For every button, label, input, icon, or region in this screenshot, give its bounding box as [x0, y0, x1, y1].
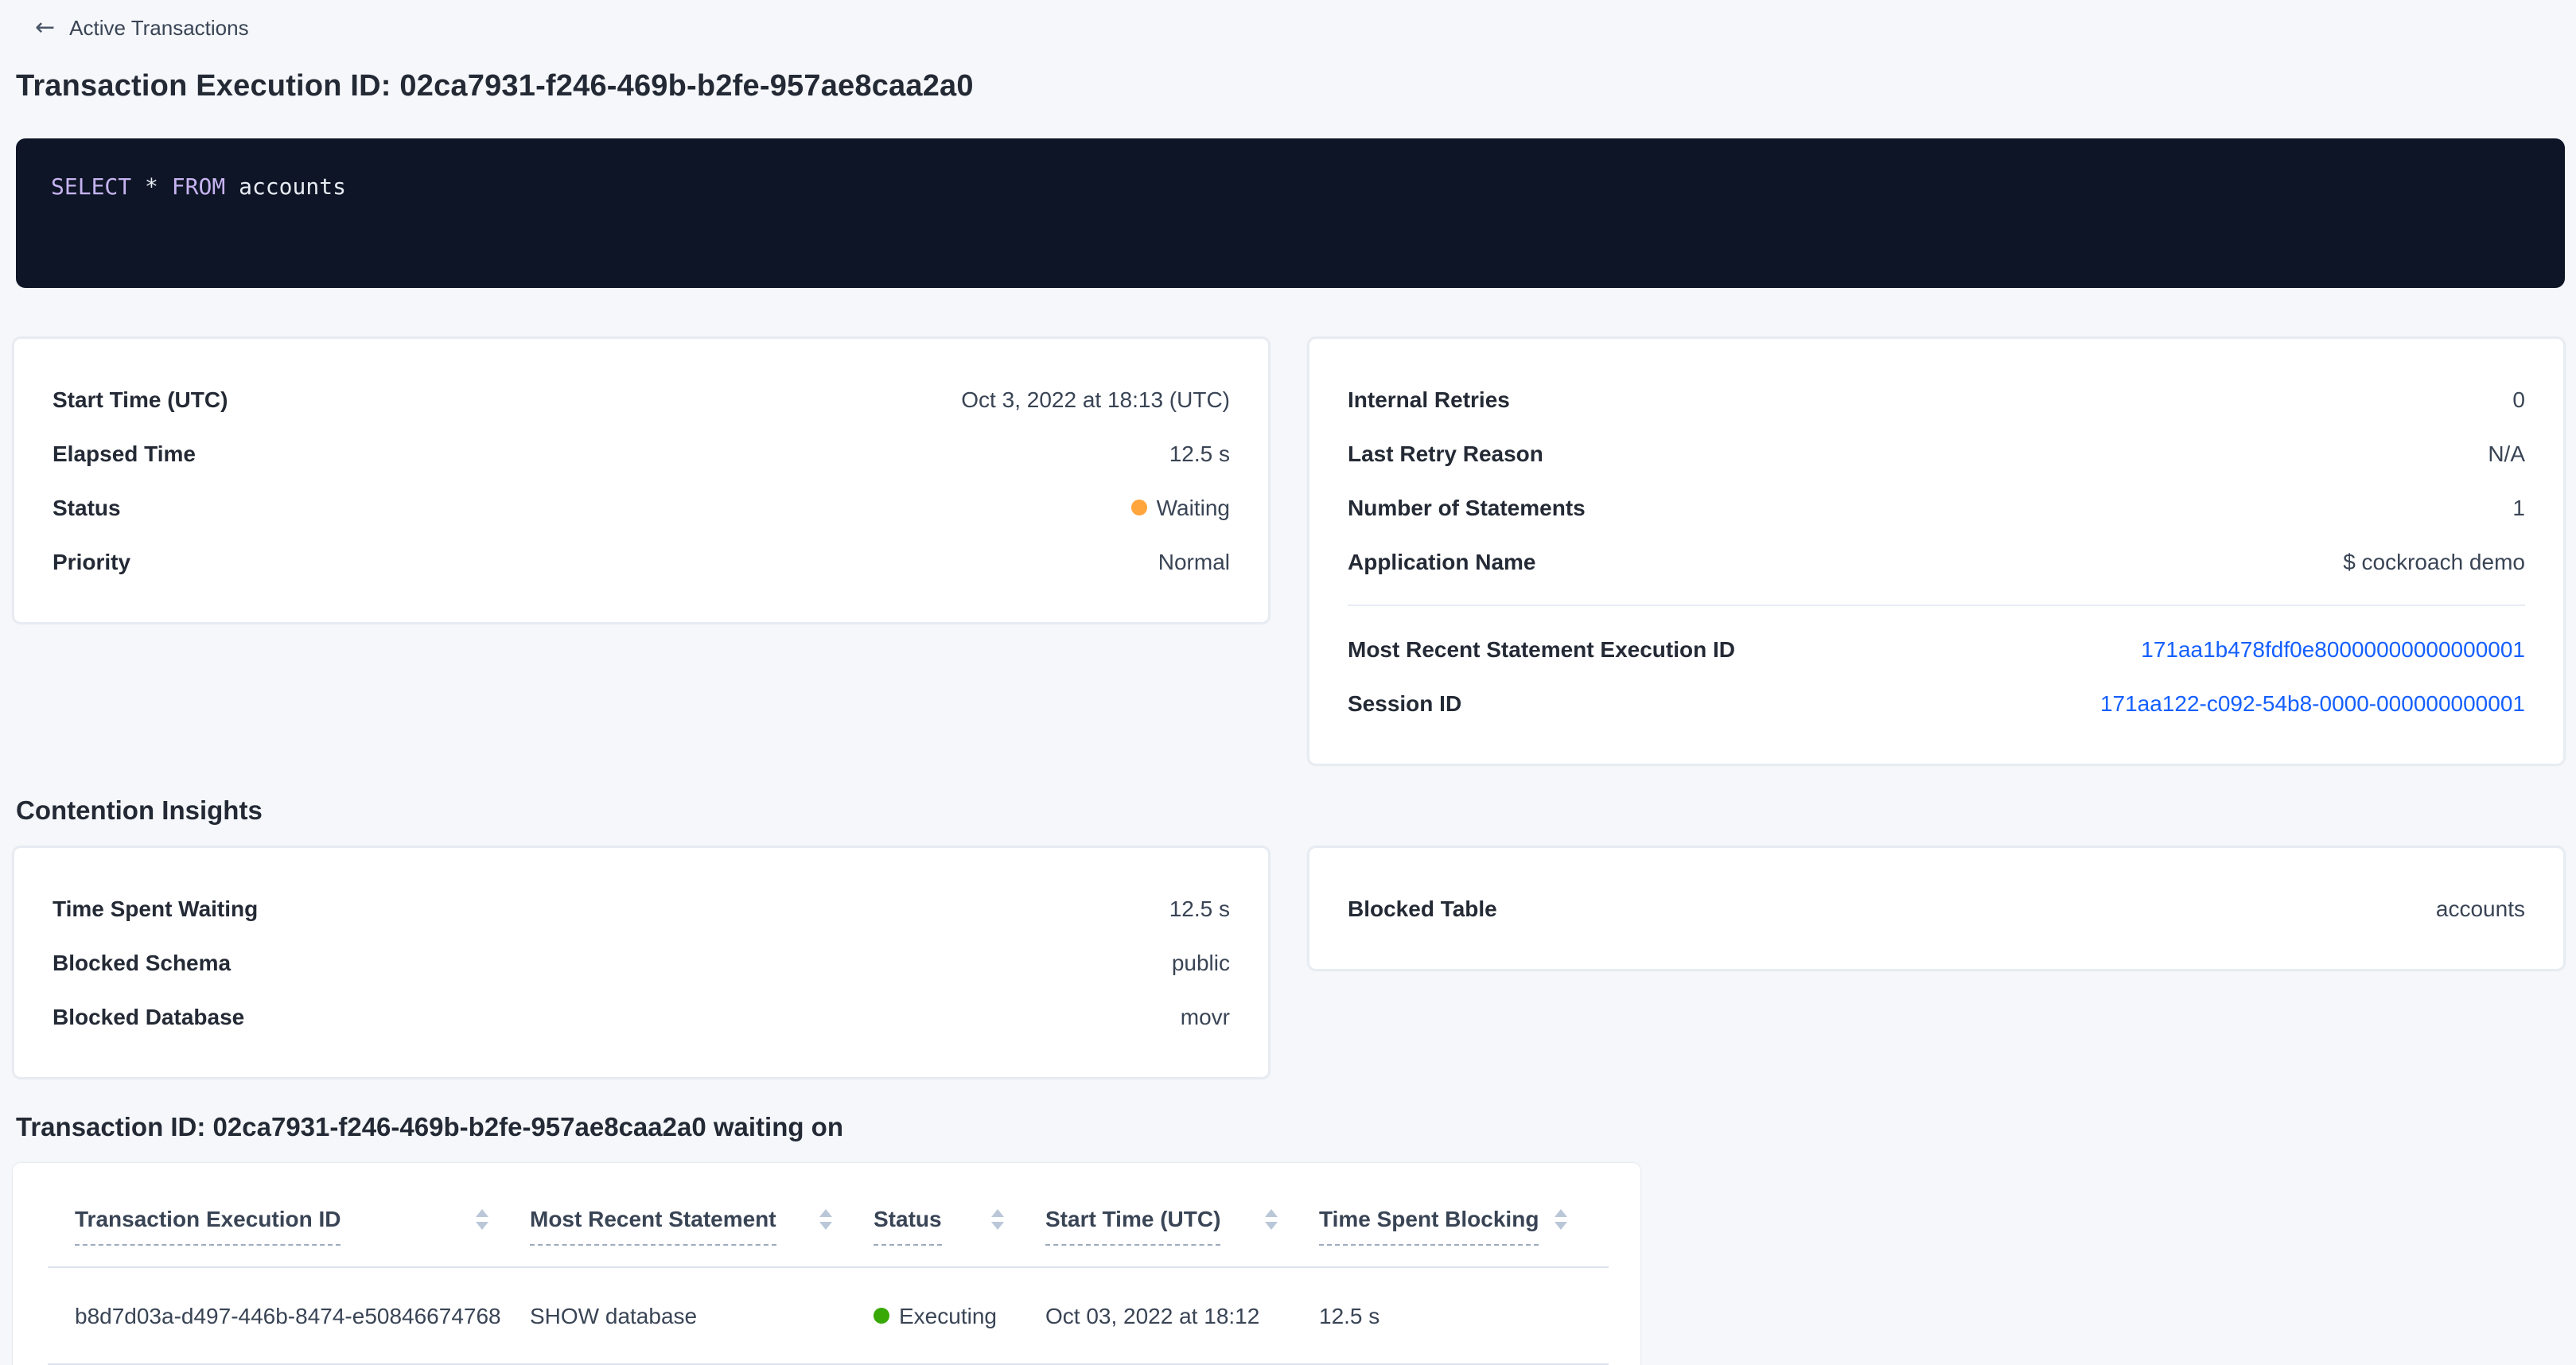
status-label: Status: [53, 492, 121, 523]
time-spent-waiting-value: 12.5 s: [1169, 892, 1230, 924]
waiting-status-dot-icon: [1131, 500, 1147, 515]
summary-row-last-retry-reason: Last Retry Reason N/A: [1348, 426, 2525, 480]
column-header-most-recent-statement[interactable]: Most Recent Statement: [530, 1204, 874, 1246]
waiting-on-table: Transaction Execution ID Most Recent Sta…: [13, 1163, 1640, 1365]
number-of-statements-label: Number of Statements: [1348, 492, 1586, 523]
last-retry-reason-value: N/A: [2488, 438, 2525, 469]
summary-row-priority: Priority Normal: [53, 535, 1230, 589]
internal-retries-label: Internal Retries: [1348, 383, 1510, 415]
table-row[interactable]: b8d7d03a-d497-446b-8474-e50846674768 SHO…: [13, 1268, 1640, 1363]
waiting-on-heading: Transaction ID: 02ca7931-f246-469b-b2fe-…: [16, 1114, 2576, 1144]
transaction-summary-card: Start Time (UTC) Oct 3, 2022 at 18:13 (U…: [13, 337, 1270, 624]
sql-table-name: accounts: [239, 175, 346, 200]
blocked-table-value: accounts: [2436, 892, 2525, 924]
sql-statement-box: SELECT * FROM accounts: [16, 138, 2565, 288]
summary-row-session-id: Session ID 171aa122-c092-54b8-0000-00000…: [1348, 676, 2525, 730]
priority-value: Normal: [1158, 546, 1230, 578]
summary-row-application-name: Application Name $ cockroach demo: [1348, 535, 2525, 589]
status-value-text: Waiting: [1157, 492, 1230, 523]
cell-status-text: Executing: [899, 1300, 997, 1332]
contention-row-blocked-schema: Blocked Schema public: [53, 935, 1230, 990]
blocked-table-label: Blocked Table: [1348, 892, 1497, 924]
sort-icon[interactable]: [476, 1204, 488, 1230]
cell-transaction-execution-id: b8d7d03a-d497-446b-8474-e50846674768: [75, 1300, 530, 1332]
start-time-label: Start Time (UTC): [53, 383, 228, 415]
session-id-link[interactable]: 171aa122-c092-54b8-0000-000000000001: [2100, 690, 2525, 716]
back-link-label: Active Transactions: [69, 16, 248, 40]
cell-time-spent-blocking: 12.5 s: [1319, 1300, 1609, 1332]
blocked-schema-value: public: [1172, 947, 1230, 978]
blocked-schema-label: Blocked Schema: [53, 947, 231, 978]
arrow-left-icon: ←: [35, 16, 55, 40]
start-time-value: Oct 3, 2022 at 18:13 (UTC): [961, 383, 1230, 415]
internal-retries-value: 0: [2512, 383, 2525, 415]
contention-insights-heading: Contention Insights: [16, 797, 2576, 827]
execution-details-card: Internal Retries 0 Last Retry Reason N/A…: [1308, 337, 2565, 765]
back-link-active-transactions[interactable]: ← Active Transactions: [35, 16, 249, 40]
contention-row-blocked-table: Blocked Table accounts: [1348, 881, 2525, 935]
most-recent-statement-execution-id-link[interactable]: 171aa1b478fdf0e80000000000000001: [2141, 636, 2525, 662]
elapsed-time-value: 12.5 s: [1169, 438, 1230, 469]
application-name-value: $ cockroach demo: [2343, 546, 2525, 578]
summary-row-number-of-statements: Number of Statements 1: [1348, 480, 2525, 535]
summary-cards-row: Start Time (UTC) Oct 3, 2022 at 18:13 (U…: [13, 337, 2565, 765]
summary-row-status: Status Waiting: [53, 480, 1230, 535]
sort-icon[interactable]: [819, 1204, 832, 1230]
contention-row-blocked-database: Blocked Database movr: [53, 990, 1230, 1044]
executing-status-dot-icon: [874, 1308, 889, 1324]
contention-waiting-card: Time Spent Waiting 12.5 s Blocked Schema…: [13, 846, 1270, 1079]
session-id-label: Session ID: [1348, 687, 1461, 719]
column-header-time-spent-blocking[interactable]: Time Spent Blocking: [1319, 1204, 1609, 1246]
summary-row-start-time: Start Time (UTC) Oct 3, 2022 at 18:13 (U…: [53, 372, 1230, 426]
column-header-start-time[interactable]: Start Time (UTC): [1045, 1204, 1319, 1246]
priority-label: Priority: [53, 546, 130, 578]
sql-keyword-from: FROM: [172, 175, 225, 200]
cell-most-recent-statement: SHOW database: [530, 1300, 874, 1332]
summary-row-most-recent-statement-execution-id: Most Recent Statement Execution ID 171aa…: [1348, 622, 2525, 676]
summary-row-elapsed-time: Elapsed Time 12.5 s: [53, 426, 1230, 480]
card-divider: [1348, 605, 2525, 606]
contention-row-time-spent-waiting: Time Spent Waiting 12.5 s: [53, 881, 1230, 935]
sort-icon[interactable]: [1555, 1204, 1567, 1230]
sort-icon[interactable]: [991, 1204, 1004, 1230]
waiting-on-table-header: Transaction Execution ID Most Recent Sta…: [13, 1204, 1640, 1246]
status-value: Waiting: [1131, 492, 1230, 523]
contention-blocked-table-card: Blocked Table accounts: [1308, 846, 2565, 970]
most-recent-statement-execution-id-label: Most Recent Statement Execution ID: [1348, 633, 1735, 665]
blocked-database-label: Blocked Database: [53, 1001, 244, 1032]
active-transaction-details-page: ← Active Transactions Transaction Execut…: [0, 0, 2576, 1365]
page-title: Transaction Execution ID: 02ca7931-f246-…: [16, 70, 2560, 105]
elapsed-time-label: Elapsed Time: [53, 438, 196, 469]
application-name-label: Application Name: [1348, 546, 1536, 578]
last-retry-reason-label: Last Retry Reason: [1348, 438, 1543, 469]
time-spent-waiting-label: Time Spent Waiting: [53, 892, 258, 924]
blocked-database-value: movr: [1181, 1001, 1230, 1032]
cell-status: Executing: [874, 1300, 1045, 1332]
summary-row-internal-retries: Internal Retries 0: [1348, 372, 2525, 426]
column-header-status[interactable]: Status: [874, 1204, 1045, 1246]
sort-icon[interactable]: [1265, 1204, 1278, 1230]
contention-cards-row: Time Spent Waiting 12.5 s Blocked Schema…: [13, 846, 2565, 1079]
number-of-statements-value: 1: [2512, 492, 2525, 523]
sql-keyword-select: SELECT: [51, 175, 131, 200]
column-header-transaction-execution-id[interactable]: Transaction Execution ID: [75, 1204, 530, 1246]
cell-start-time: Oct 03, 2022 at 18:12: [1045, 1300, 1319, 1332]
sql-star: *: [145, 175, 158, 200]
